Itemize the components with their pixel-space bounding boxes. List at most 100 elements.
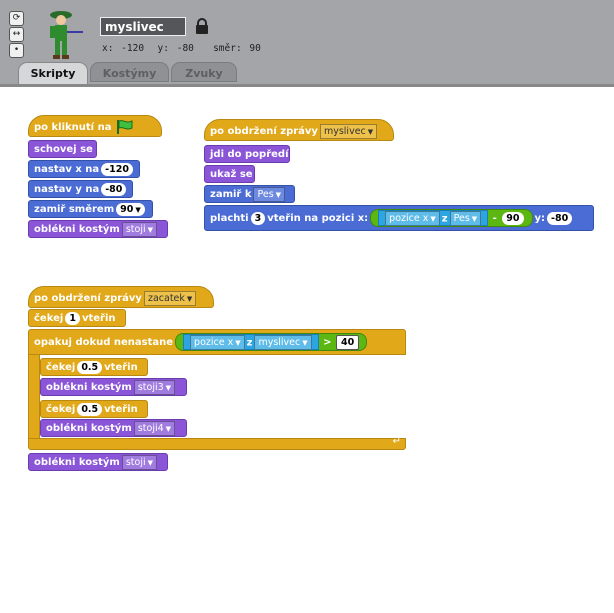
when-receive-block-2[interactable]: po obdržení zprávy zacatek ▼ bbox=[28, 286, 214, 308]
dropdown-arrow-icon: ▼ bbox=[147, 225, 153, 234]
dropdown-arrow-icon: ▼ bbox=[367, 127, 374, 136]
set-x-label: nastav x na bbox=[34, 164, 100, 175]
switch-costume-label: oblékni kostým bbox=[46, 423, 132, 434]
rotate-all-around-icon[interactable]: ⟳ bbox=[9, 11, 24, 26]
y-label: y: bbox=[534, 213, 546, 224]
sprite-coordinates: x: -120 y: -80 směr: 90 bbox=[102, 43, 263, 54]
direction-label: směr: bbox=[213, 43, 242, 54]
minus-sign: - bbox=[492, 213, 497, 224]
repeat-bottom-arm: ↵ bbox=[28, 436, 406, 450]
go-to-front-block[interactable]: jdi do popředí bbox=[204, 145, 290, 163]
wait-label: čekej bbox=[34, 313, 64, 324]
message-dropdown[interactable]: zacatek ▼ bbox=[143, 290, 197, 306]
attribute-of-sensor[interactable]: pozice x ▼ z Pes ▼ bbox=[378, 210, 489, 226]
costume-dropdown[interactable]: stoji3 ▼ bbox=[133, 379, 176, 395]
switch-costume-block-2[interactable]: oblékni kostým stoji3 ▼ bbox=[40, 378, 187, 396]
y-value: -80 bbox=[176, 43, 194, 54]
of-label: z bbox=[246, 337, 253, 349]
wait-label: čekej bbox=[46, 404, 76, 415]
wait-input[interactable]: 0.5 bbox=[77, 360, 103, 374]
attribute-value: pozice x bbox=[194, 337, 234, 348]
costume-dropdown-value: stoji bbox=[125, 456, 146, 468]
wait-input[interactable]: 0.5 bbox=[77, 402, 103, 416]
sprite-value: Pes bbox=[453, 213, 470, 224]
point-towards-label: zamiř k bbox=[210, 189, 252, 200]
of-label: z bbox=[441, 213, 448, 225]
dropdown-arrow-icon: ▼ bbox=[147, 458, 153, 467]
greater-than-operator[interactable]: pozice x ▼ z myslivec ▼ > 40 bbox=[175, 333, 368, 351]
set-y-input[interactable]: -80 bbox=[101, 182, 127, 196]
dropdown-arrow-icon: ▼ bbox=[165, 383, 172, 392]
costume-dropdown[interactable]: stoji ▼ bbox=[121, 221, 157, 237]
secs-label: vteřin bbox=[104, 404, 138, 415]
repeat-label: opakuj dokud nenastane bbox=[34, 337, 174, 348]
greater-than-input[interactable]: 40 bbox=[336, 334, 360, 350]
show-block[interactable]: ukaž se bbox=[204, 165, 255, 183]
direction-input[interactable]: 90 ▼ bbox=[116, 202, 145, 216]
attribute-of-sensor[interactable]: pozice x ▼ z myslivec ▼ bbox=[183, 334, 319, 350]
secs-label: vteřin bbox=[104, 362, 138, 373]
when-receive-block[interactable]: po obdržení zprávy myslivec ▼ bbox=[204, 119, 394, 141]
set-y-block[interactable]: nastav y na -80 bbox=[28, 180, 133, 198]
dropdown-arrow-icon: ▼ bbox=[302, 339, 308, 347]
switch-costume-block-3[interactable]: oblékni kostým stoji4 ▼ bbox=[40, 419, 187, 437]
when-flag-clicked-block[interactable]: po kliknutí na bbox=[28, 115, 162, 137]
minus-input[interactable]: 90 bbox=[502, 211, 524, 225]
tab-costumes[interactable]: Kostýmy bbox=[90, 62, 169, 82]
sprite-header: ⟳ ↔ • myslivec x: -120 y: -80 směr: 90 S… bbox=[0, 0, 614, 84]
wait-block[interactable]: čekej 1 vteřin bbox=[28, 309, 126, 327]
point-direction-block[interactable]: zamiř směrem 90 ▼ bbox=[28, 200, 153, 218]
dropdown-arrow-icon: ▼ bbox=[165, 424, 172, 433]
set-x-input[interactable]: -120 bbox=[101, 162, 133, 176]
set-x-block[interactable]: nastav x na -120 bbox=[28, 160, 140, 178]
point-towards-dropdown[interactable]: Pes ▼ bbox=[253, 186, 286, 202]
subtract-operator[interactable]: pozice x ▼ z Pes ▼ - 90 bbox=[370, 209, 533, 227]
x-value: -120 bbox=[121, 43, 145, 54]
switch-costume-label: oblékni kostým bbox=[34, 224, 120, 235]
glide-y-input[interactable]: -80 bbox=[547, 211, 573, 225]
costume-dropdown[interactable]: stoji4 ▼ bbox=[133, 420, 176, 436]
wait-input[interactable]: 1 bbox=[65, 311, 80, 325]
point-towards-value: Pes bbox=[257, 188, 274, 200]
dropdown-arrow-icon: ▼ bbox=[471, 215, 478, 223]
left-right-icon[interactable]: ↔ bbox=[9, 27, 24, 42]
switch-costume-label: oblékni kostým bbox=[34, 457, 120, 468]
message-dropdown[interactable]: myslivec ▼ bbox=[319, 123, 378, 139]
hide-block[interactable]: schovej se bbox=[28, 140, 97, 158]
tab-sounds[interactable]: Zvuky bbox=[171, 62, 237, 82]
repeat-left-arm bbox=[28, 354, 40, 440]
glide-block[interactable]: plachti 3 vteřin na pozici x: pozice x ▼ z Pes… bbox=[204, 205, 594, 231]
attribute-dropdown[interactable]: pozice x ▼ bbox=[190, 335, 245, 350]
sprite-dropdown[interactable]: myslivec ▼ bbox=[254, 335, 312, 350]
sprite-name-field[interactable]: myslivec bbox=[100, 17, 186, 36]
dropdown-arrow-icon: ▼ bbox=[186, 294, 193, 303]
repeat-until-block[interactable]: opakuj dokud nenastane pozice x ▼ z myslivec… bbox=[28, 329, 406, 355]
costume-dropdown-value: stoji3 bbox=[137, 381, 164, 393]
glide-secs-input[interactable]: 3 bbox=[250, 211, 266, 225]
no-rotate-icon[interactable]: • bbox=[9, 43, 24, 58]
direction-input-value: 90 bbox=[120, 203, 134, 215]
costume-dropdown-value: stoji bbox=[125, 223, 146, 235]
dropdown-arrow-icon: ▼ bbox=[430, 215, 436, 223]
switch-costume-block[interactable]: oblékni kostým stoji ▼ bbox=[28, 220, 168, 238]
loop-arrow-icon: ↵ bbox=[392, 436, 401, 447]
tab-scripts[interactable]: Skripty bbox=[18, 62, 88, 84]
switch-costume-label: oblékni kostým bbox=[46, 382, 132, 393]
wait-label: čekej bbox=[46, 362, 76, 373]
greater-than-sign: > bbox=[323, 337, 332, 348]
dropdown-arrow-icon: ▼ bbox=[275, 190, 282, 199]
costume-dropdown[interactable]: stoji ▼ bbox=[121, 454, 157, 470]
set-y-label: nastav y na bbox=[34, 184, 100, 195]
attribute-dropdown[interactable]: pozice x ▼ bbox=[385, 211, 440, 226]
lock-icon[interactable] bbox=[195, 18, 209, 34]
hat-label: po kliknutí na bbox=[34, 122, 112, 133]
wait-block-2[interactable]: čekej 0.5 vteřin bbox=[40, 358, 148, 376]
attribute-value: pozice x bbox=[389, 213, 429, 224]
message-dropdown-value: zacatek bbox=[147, 292, 185, 304]
point-towards-block[interactable]: zamiř k Pes ▼ bbox=[204, 185, 295, 203]
wait-block-3[interactable]: čekej 0.5 vteřin bbox=[40, 400, 148, 418]
y-label: y: bbox=[157, 43, 169, 54]
switch-costume-block-4[interactable]: oblékni kostým stoji ▼ bbox=[28, 453, 168, 471]
glide-label-a: plachti bbox=[210, 213, 249, 224]
sprite-dropdown[interactable]: Pes ▼ bbox=[449, 211, 482, 226]
